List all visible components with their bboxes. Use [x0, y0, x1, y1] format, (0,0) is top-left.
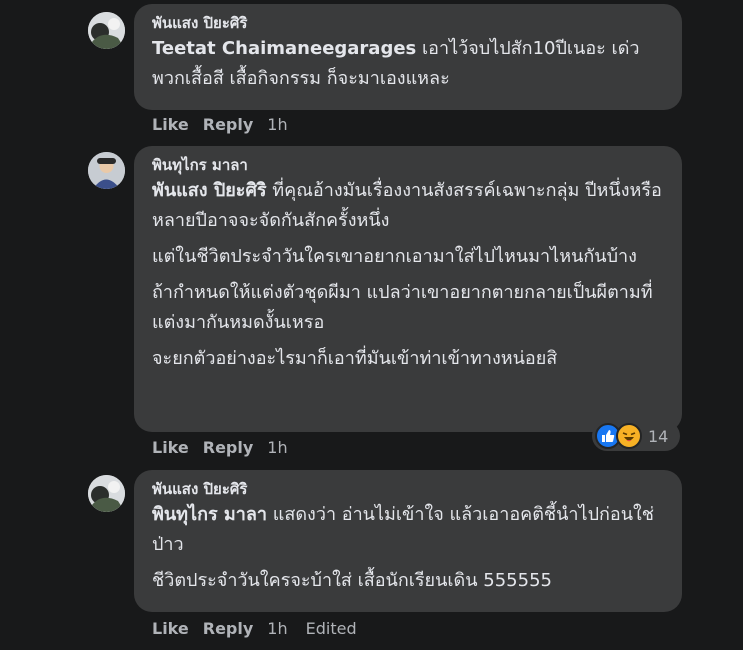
avatar-image: [88, 475, 125, 512]
comment-paragraph: แต่ในชีวิตประจำวันใครเขาอยากเอามาใส่ไปไห…: [152, 246, 637, 267]
mention-link[interactable]: พันแสง ปิยะศิริ: [152, 180, 267, 201]
comment-actions: Like Reply 1h: [152, 114, 306, 136]
comment-author[interactable]: พินทุไกร มาลา: [152, 154, 666, 176]
comment-timestamp[interactable]: 1h: [267, 437, 287, 459]
laughing-face-icon: [622, 432, 636, 442]
like-button[interactable]: Like: [152, 437, 189, 459]
reaction-summary[interactable]: 14: [592, 421, 680, 451]
avatar[interactable]: [88, 152, 125, 189]
comment-text: พินทุไกร มาลา แสดงว่า อ่านไม่เข้าใจ แล้ว…: [152, 500, 666, 560]
avatar-image: [88, 152, 125, 189]
comment-actions: Like Reply 1h: [152, 437, 306, 459]
thumbs-up-icon: [602, 430, 615, 442]
avatar[interactable]: [88, 475, 125, 512]
reply-button[interactable]: Reply: [203, 618, 254, 640]
haha-icon: [616, 423, 642, 449]
like-button[interactable]: Like: [152, 114, 189, 136]
mention-link[interactable]: Teetat Chaimaneegarages: [152, 38, 416, 59]
comment-timestamp[interactable]: 1h: [267, 618, 287, 640]
comment-author[interactable]: พันแสง ปิยะศิริ: [152, 12, 666, 34]
comment-timestamp[interactable]: 1h: [267, 114, 287, 136]
comment-bubble: พันแสง ปิยะศิริ Teetat Chaimaneegarages …: [134, 4, 682, 110]
comment-paragraph: จะยกตัวอย่างอะไรมาก็เอาที่มันเข้าท่าเข้า…: [152, 348, 558, 369]
like-button[interactable]: Like: [152, 618, 189, 640]
comment-paragraph: ถ้ากำหนดให้แต่งตัวชุดผีมา แปลว่าเขาอยากต…: [152, 282, 653, 333]
reaction-count: 14: [648, 426, 669, 446]
comment-bubble: พินทุไกร มาลา พันแสง ปิยะศิริ ที่คุณอ้าง…: [134, 146, 682, 432]
edited-label[interactable]: Edited: [306, 618, 357, 640]
avatar[interactable]: [88, 12, 125, 49]
avatar-image: [88, 12, 125, 49]
reply-button[interactable]: Reply: [203, 114, 254, 136]
comment-actions: Like Reply 1h Edited: [152, 618, 375, 640]
comment-bubble: พันแสง ปิยะศิริ พินทุไกร มาลา แสดงว่า อ่…: [134, 470, 682, 612]
comment-text: Teetat Chaimaneegarages เอาไว้จบไปสัก10ป…: [152, 34, 666, 94]
comment-paragraph: ชีวิตประจำวันใครจะบ้าใส่ เสื้อนักเรียนเด…: [152, 570, 552, 591]
reply-button[interactable]: Reply: [203, 437, 254, 459]
comment-author[interactable]: พันแสง ปิยะศิริ: [152, 478, 666, 500]
comment-text: พันแสง ปิยะศิริ ที่คุณอ้างมันเรื่องงานสั…: [152, 176, 666, 236]
mention-link[interactable]: พินทุไกร มาลา: [152, 504, 267, 525]
